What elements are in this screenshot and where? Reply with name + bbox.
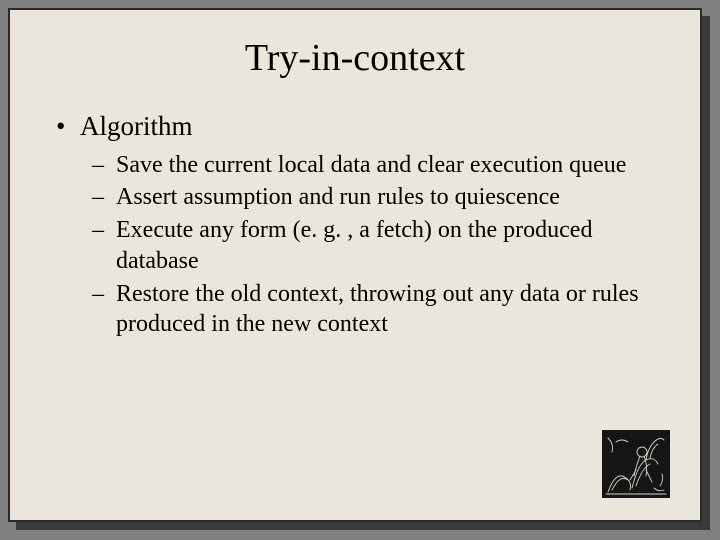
- bullet-level2: Restore the old context, throwing out an…: [92, 279, 664, 340]
- bullet-level2: Assert assumption and run rules to quies…: [92, 182, 664, 213]
- bullet-level2-text: Restore the old context, throwing out an…: [116, 281, 639, 338]
- decorative-engraving-icon: [602, 430, 670, 498]
- bullet-level2: Save the current local data and clear ex…: [92, 150, 664, 181]
- bullet-level1-text: Algorithm: [80, 111, 193, 141]
- bullet-level2-text: Execute any form (e. g. , a fetch) on th…: [116, 217, 592, 274]
- slide-title: Try-in-context: [46, 36, 664, 80]
- bullet-level2: Execute any form (e. g. , a fetch) on th…: [92, 215, 664, 276]
- slide: Try-in-context Algorithm Save the curren…: [8, 8, 702, 522]
- bullet-level1: Algorithm: [54, 110, 664, 144]
- bullet-level2-text: Assert assumption and run rules to quies…: [116, 184, 560, 210]
- bullet-level2-text: Save the current local data and clear ex…: [116, 152, 626, 178]
